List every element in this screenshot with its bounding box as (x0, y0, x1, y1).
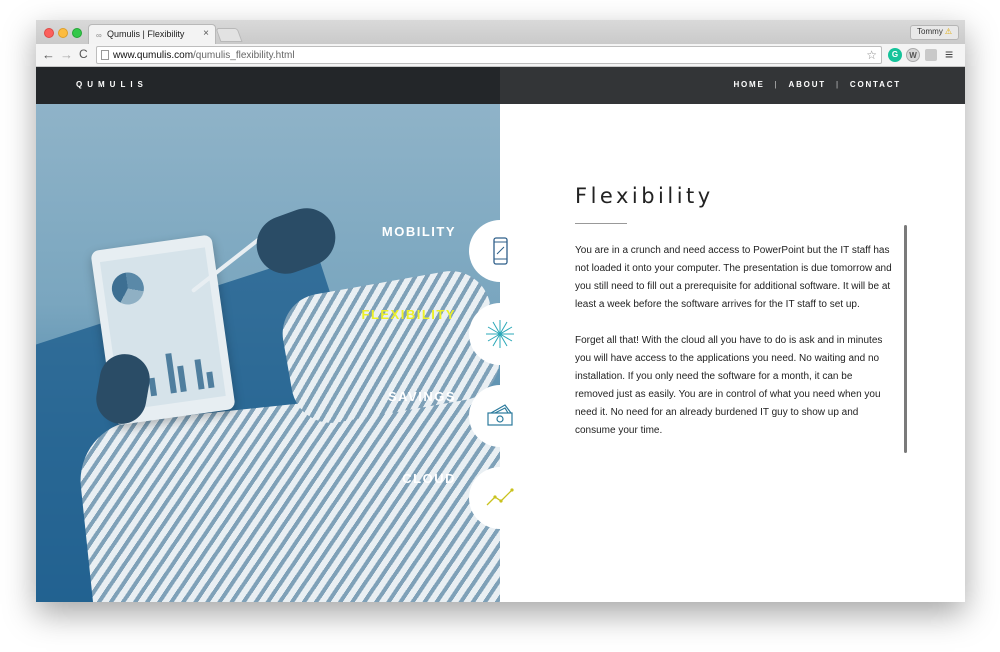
page-title: Flexibility (575, 184, 714, 208)
feature-mobility-label[interactable]: MOBILITY (382, 224, 456, 239)
minimize-window-button[interactable] (58, 28, 68, 38)
site-header: QUMULIS HOME | ABOUT | CONTACT (36, 67, 965, 104)
browser-tab[interactable]: ∞ Qumulis | Flexibility × (88, 24, 216, 44)
money-icon (487, 404, 513, 426)
feature-mobility-button[interactable] (469, 220, 531, 282)
feature-cloud-label[interactable]: CLOUD (402, 471, 456, 486)
favicon-icon: ∞ (96, 31, 102, 40)
back-arrow-icon[interactable]: ← (42, 47, 55, 62)
browser-menu-icon[interactable]: ≡ (945, 47, 953, 62)
photo-pie-graphic (109, 270, 146, 307)
photo-bar-graphic (194, 359, 205, 390)
profile-button[interactable]: Tommy ⚠ (910, 25, 959, 40)
phone-icon (493, 237, 508, 265)
photo-bar-graphic (165, 353, 177, 394)
tab-close-icon[interactable]: × (203, 28, 209, 39)
bookmark-star-icon[interactable]: ☆ (866, 48, 877, 62)
photo-bar-graphic (206, 371, 215, 389)
content-paragraph-2: Forget all that! With the cloud all you … (575, 335, 883, 436)
nav-about[interactable]: ABOUT (789, 80, 826, 89)
tab-bar: ∞ Qumulis | Flexibility × Tommy ⚠ (36, 20, 965, 44)
hero-photo: MOBILITY FLEXIBILITY SAVINGS CLOUD (36, 104, 500, 602)
trend-line-icon (486, 488, 514, 506)
feature-content: Flexibility You are in a crunch and need… (575, 184, 895, 440)
address-bar[interactable]: www.qumulis.com/qumulis_flexibility.html… (96, 46, 882, 64)
nav-contact[interactable]: CONTACT (850, 80, 901, 89)
nav-separator: | (835, 80, 840, 89)
forward-arrow-icon[interactable]: → (60, 47, 73, 62)
burst-icon (486, 320, 514, 348)
content-scrollbar[interactable] (904, 225, 907, 453)
nav-separator: | (774, 80, 779, 89)
photo-bar-graphic (177, 365, 187, 393)
browser-window: ∞ Qumulis | Flexibility × Tommy ⚠ ← → C w… (36, 20, 965, 602)
maximize-window-button[interactable] (72, 28, 82, 38)
feature-savings-label[interactable]: SAVINGS (388, 389, 456, 404)
nav-home[interactable]: HOME (733, 80, 764, 89)
reload-icon[interactable]: C (79, 47, 88, 62)
web-page: QUMULIS HOME | ABOUT | CONTACT MOBILITY … (36, 67, 965, 602)
grammarly-extension-icon[interactable]: G (888, 48, 902, 62)
tab-title: Qumulis | Flexibility (107, 29, 185, 39)
url-path: /qumulis_flexibility.html (193, 50, 295, 61)
site-logo[interactable]: QUMULIS (76, 80, 148, 89)
new-tab-button[interactable] (215, 28, 243, 42)
photo-bar-graphic (148, 377, 158, 397)
profile-name: Tommy (917, 27, 943, 36)
extension-icon[interactable] (925, 49, 937, 61)
feature-flexibility-button[interactable] (469, 303, 531, 365)
feature-cloud-button[interactable] (469, 467, 531, 529)
feature-savings-button[interactable] (469, 385, 531, 447)
page-icon (101, 50, 109, 60)
main-nav: HOME | ABOUT | CONTACT (733, 80, 901, 89)
browser-toolbar: ← → C www.qumulis.com/qumulis_flexibilit… (36, 44, 965, 67)
url-host: www.qumulis.com (113, 50, 194, 61)
feature-flexibility-label[interactable]: FLEXIBILITY (362, 307, 457, 322)
warning-icon: ⚠ (944, 27, 952, 36)
close-window-button[interactable] (44, 28, 54, 38)
content-paragraph-1: You are in a crunch and need access to P… (575, 245, 892, 310)
w-extension-icon[interactable]: W (906, 48, 920, 62)
title-divider (575, 223, 627, 224)
